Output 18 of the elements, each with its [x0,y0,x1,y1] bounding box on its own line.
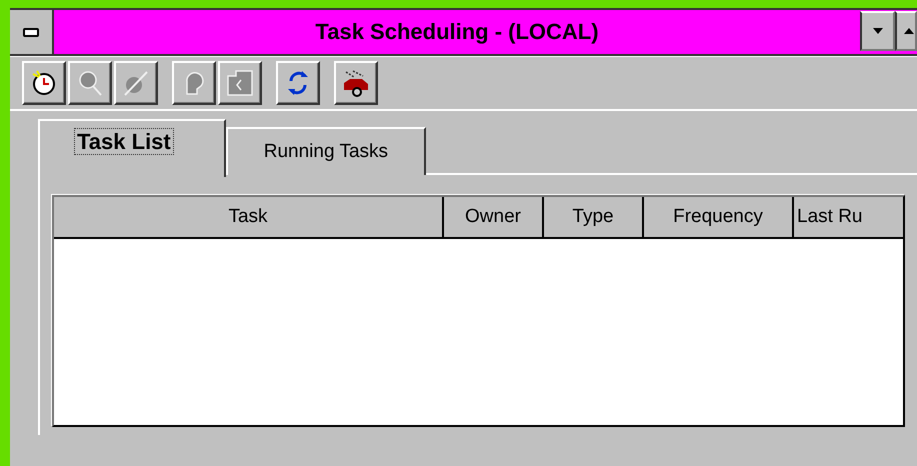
clock-tool-button[interactable] [22,61,66,105]
page-icon [225,68,255,98]
column-header[interactable]: Task [54,197,444,237]
up-triangle-icon [903,27,915,35]
column-header[interactable]: Last Ru [794,197,903,237]
maximize-button[interactable] [895,11,917,51]
column-header[interactable]: Frequency [644,197,794,237]
tab[interactable]: Task List [38,119,226,177]
system-menu-button[interactable] [10,10,54,54]
tab[interactable]: Running Tasks [226,127,426,175]
refresh-tool-button[interactable] [276,61,320,105]
car-icon [341,68,371,98]
window-title: Task Scheduling - (LOCAL) [314,18,600,46]
minimize-button[interactable] [860,11,895,51]
column-header[interactable]: Owner [444,197,544,237]
car-tool-button[interactable] [334,61,378,105]
column-header[interactable]: Type [544,197,644,237]
down-triangle-icon [872,27,884,35]
